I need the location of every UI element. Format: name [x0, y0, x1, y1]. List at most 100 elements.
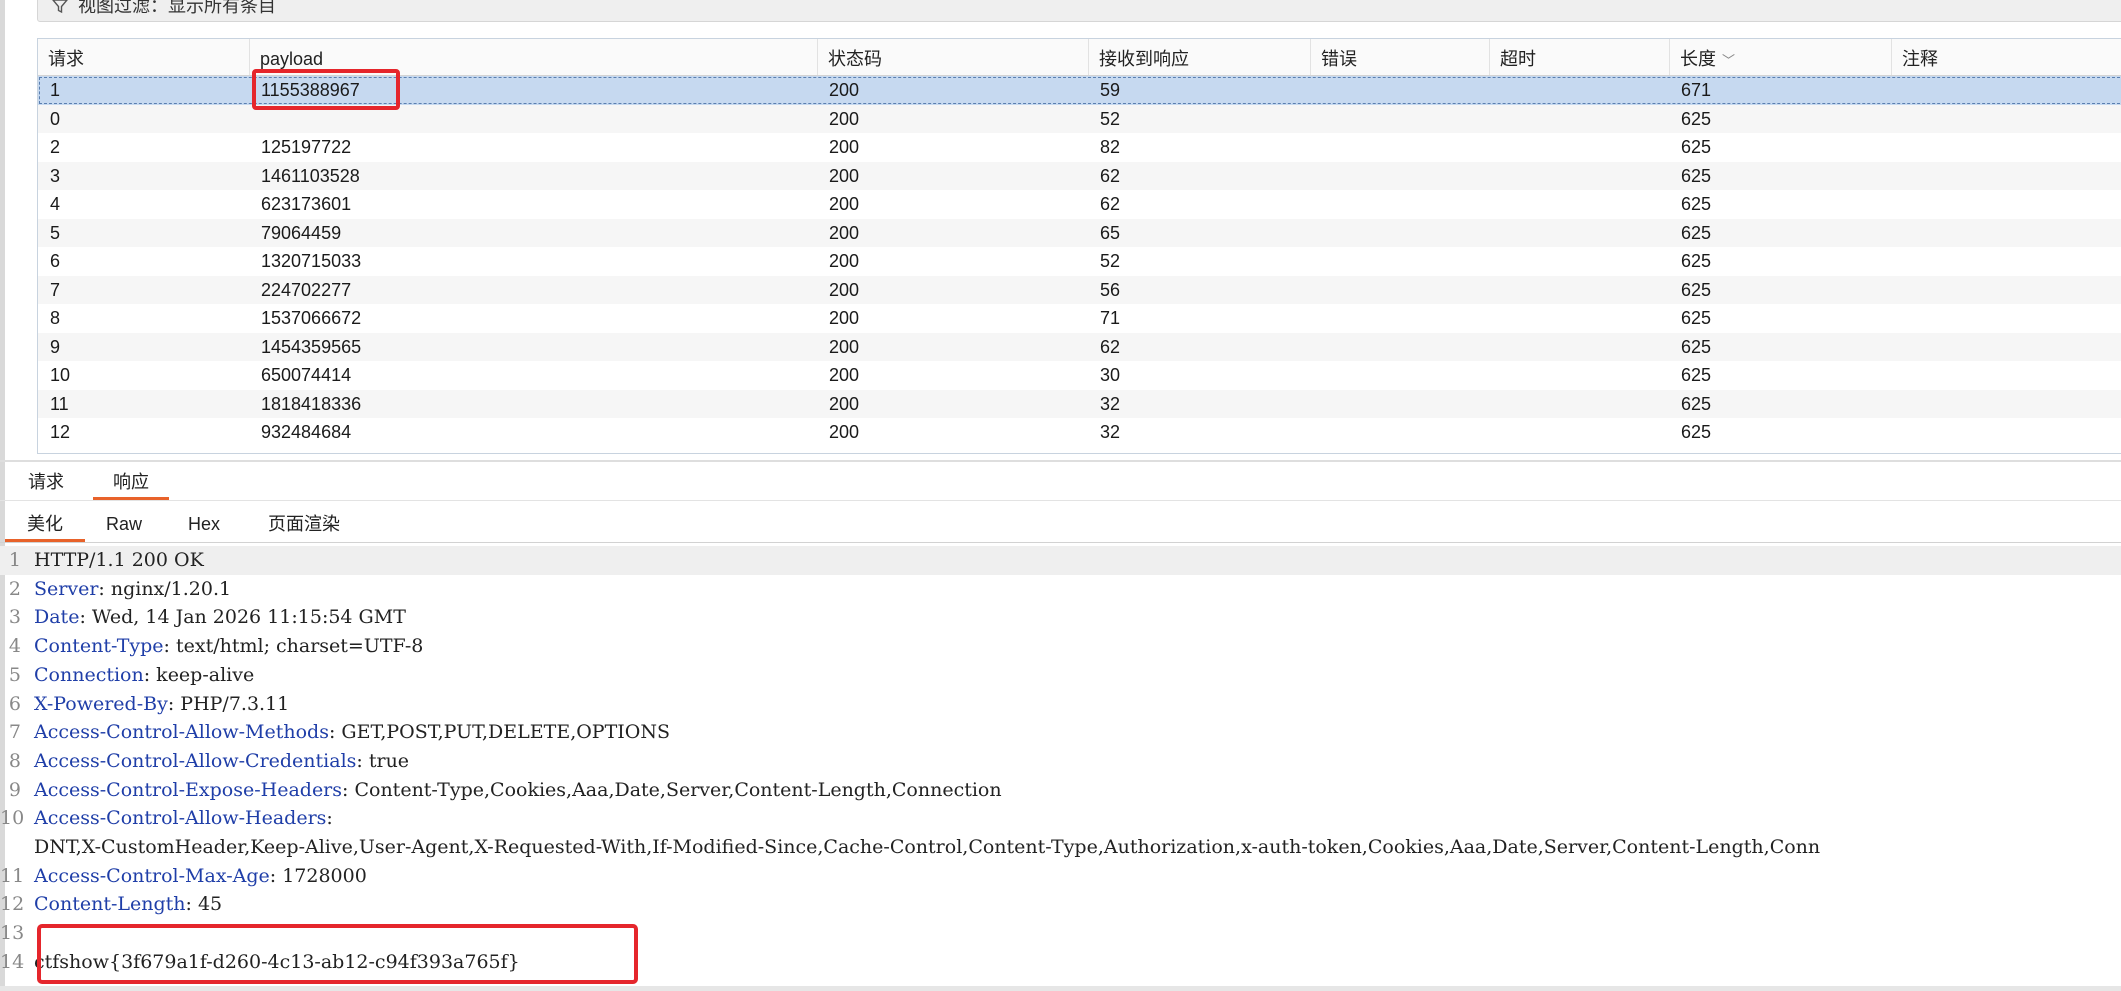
cell-response-received: 52: [1100, 108, 1121, 129]
cell-payload: 1454359565: [261, 336, 362, 357]
line-number: 3: [8, 606, 21, 629]
header-name: Access-Control-Allow-Methods: [34, 721, 329, 744]
response-line: DNT,X-CustomHeader,Keep-Alive,User-Agent…: [0, 833, 2121, 862]
cell-payload: 650074414: [261, 365, 352, 385]
header-value: : GET,POST,PUT,DELETE,OPTIONS: [328, 721, 670, 744]
line-number: 8: [8, 749, 21, 772]
cell-request: 10: [50, 365, 71, 385]
header-name: Connection: [34, 663, 144, 686]
header-value: DNT,X-CustomHeader,Keep-Alive,User-Agent…: [34, 836, 1821, 858]
header-name: X-Powered-By: [34, 692, 168, 715]
cell-response-received: 56: [1100, 279, 1121, 300]
cell-status: 200: [829, 165, 860, 186]
tab-render[interactable]: 页面渲染: [246, 502, 362, 542]
cell-response-received: 62: [1100, 165, 1121, 186]
column-header-comment[interactable]: 注释: [1891, 39, 2121, 75]
cell-payload: 1461103528: [261, 165, 360, 186]
cell-payload: 79064459: [261, 222, 342, 243]
header-value: HTTP/1.1 200 OK: [34, 549, 204, 571]
header-value: :: [326, 807, 333, 830]
cell-response-received: 59: [1100, 80, 1121, 100]
tab-response[interactable]: 响应: [93, 462, 169, 500]
cell-payload: 125197722: [261, 137, 352, 157]
column-header-response-received[interactable]: 接收到响应: [1088, 39, 1310, 75]
cell-response-received: 62: [1100, 336, 1121, 357]
cell-length: 625: [1681, 422, 1712, 442]
response-line: 11 Access-Control-Max-Age: 1728000: [0, 862, 2121, 891]
cell-request: 11: [50, 393, 69, 414]
cell-status: 200: [829, 422, 860, 442]
line-number: 6: [8, 692, 21, 715]
cell-request: 6: [50, 251, 61, 271]
table-row[interactable]: 2 125197722 200 82 625: [38, 133, 2121, 162]
cell-payload: 1320715033: [261, 251, 362, 271]
response-line: 5 Connection: keep-alive: [0, 661, 2121, 690]
header-value: : 1728000: [269, 864, 367, 887]
cell-status: 200: [829, 251, 860, 271]
line-number: 7: [8, 721, 21, 744]
cell-request: 3: [50, 165, 61, 186]
tab-request[interactable]: 请求: [8, 462, 84, 500]
cell-length: 625: [1681, 165, 1712, 186]
cell-request: 2: [50, 137, 61, 157]
column-header-length[interactable]: 长度 ﹀: [1669, 39, 1891, 75]
table-row[interactable]: 11 1818418336 200 32 625: [38, 389, 2121, 418]
cell-length: 625: [1681, 251, 1712, 271]
table-row[interactable]: 5 79064459 200 65 625: [38, 218, 2121, 247]
tab-pretty[interactable]: 美化: [5, 502, 85, 542]
cell-length: 625: [1681, 108, 1712, 129]
table-row[interactable]: 6 1320715033 200 52 625: [38, 247, 2121, 276]
response-line: 8 Access-Control-Allow-Credentials: true: [0, 747, 2121, 776]
cell-request: 8: [50, 308, 61, 328]
table-row[interactable]: 3 1461103528 200 62 625: [38, 161, 2121, 190]
cell-response-received: 71: [1100, 308, 1121, 328]
column-header-error[interactable]: 错误: [1310, 39, 1489, 75]
column-header-timeout[interactable]: 超时: [1489, 39, 1669, 75]
cell-status: 200: [829, 222, 860, 243]
table-row[interactable]: 8 1537066672 200 71 625: [38, 304, 2121, 333]
cell-response-received: 30: [1100, 365, 1121, 385]
table-row[interactable]: 9 1454359565 200 62 625: [38, 332, 2121, 361]
line-number: 12: [0, 893, 25, 916]
column-header-request[interactable]: 请求: [38, 39, 249, 75]
cell-response-received: 65: [1100, 222, 1121, 243]
response-line: 6 X-Powered-By: PHP/7.3.11: [0, 690, 2121, 719]
header-value: : text/html; charset=UTF-8: [163, 635, 424, 658]
response-line: 2 Server: nginx/1.20.1: [0, 575, 2121, 604]
header-name: Access-Control-Expose-Headers: [34, 778, 343, 801]
table-row[interactable]: 7 224702277 200 56 625: [38, 275, 2121, 304]
table-row[interactable]: 10 650074414 200 30 625: [38, 361, 2121, 390]
table-row[interactable]: 12 932484684 200 32 625: [38, 418, 2121, 447]
cell-response-received: 32: [1100, 393, 1121, 414]
cell-request: 1: [50, 80, 61, 100]
line-number: 13: [0, 922, 25, 945]
flag-highlight-annotation: [37, 924, 638, 984]
response-line: 1 HTTP/1.1 200 OK: [0, 546, 2121, 575]
tab-hex[interactable]: Hex: [166, 502, 242, 542]
column-header-status[interactable]: 状态码: [817, 39, 1088, 75]
view-filter-label: 视图过滤：显示所有条目: [78, 0, 276, 16]
cell-response-received: 52: [1100, 251, 1121, 271]
cell-response-received: 62: [1100, 194, 1121, 214]
header-value: : true: [356, 749, 410, 772]
cell-status: 200: [829, 336, 860, 357]
filter-icon: [52, 0, 68, 14]
tab-raw[interactable]: Raw: [84, 502, 164, 542]
response-line: 3 Date: Wed, 14 Jan 2026 11:15:54 GMT: [0, 603, 2121, 632]
header-name: Content-Length: [34, 893, 186, 916]
header-value: : 45: [185, 893, 223, 916]
line-number: 10: [0, 807, 25, 830]
view-filter-bar[interactable]: 视图过滤：显示所有条目: [37, 0, 2121, 22]
header-name: Access-Control-Max-Age: [34, 864, 270, 887]
cell-length: 625: [1681, 365, 1712, 385]
table-row[interactable]: 4 623173601 200 62 625: [38, 190, 2121, 219]
header-value: : keep-alive: [143, 663, 255, 686]
cell-request: 9: [50, 336, 61, 357]
cell-status: 200: [829, 108, 860, 129]
message-panel-tabs: 请求 响应: [0, 460, 2121, 501]
header-name: Access-Control-Allow-Headers: [34, 807, 327, 830]
line-number: 14: [0, 950, 25, 973]
line-number: 5: [8, 663, 21, 686]
cell-length: 625: [1681, 194, 1712, 214]
header-name: Date: [34, 606, 80, 629]
